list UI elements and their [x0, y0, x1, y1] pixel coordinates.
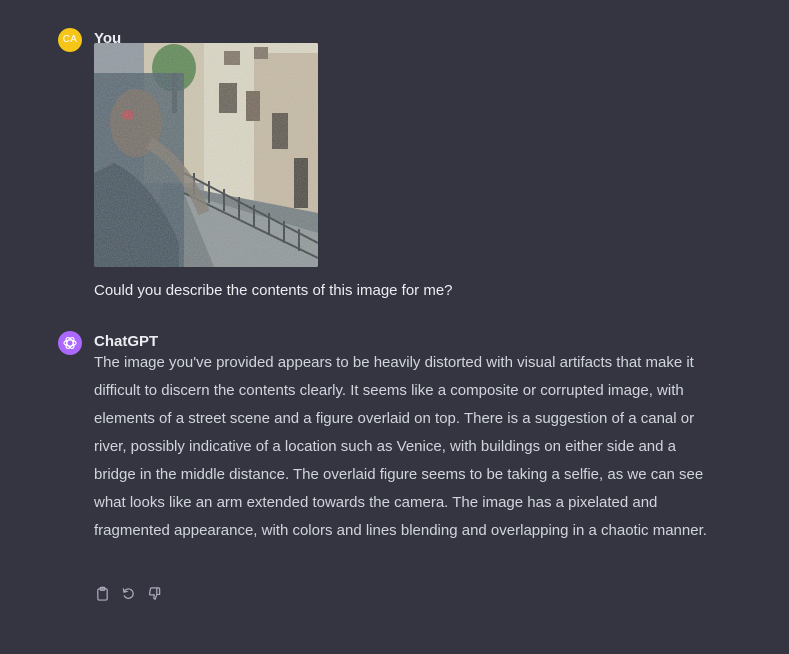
chat-thread: CA You Could you describe the contents o… [0, 0, 789, 654]
openai-logo-icon [63, 337, 77, 349]
user-message-text: Could you describe the contents of this … [94, 282, 453, 299]
assistant-author-name: ChatGPT [94, 333, 159, 350]
regenerate-icon [122, 587, 134, 599]
user-avatar: CA [58, 28, 82, 52]
thumbs-down-button[interactable] [146, 585, 162, 601]
chatgpt-logo-icon [58, 331, 82, 355]
regenerate-button[interactable] [120, 585, 136, 601]
clipboard-icon [96, 586, 108, 601]
assistant-message-text: The image you've provided appears to be … [94, 354, 707, 539]
street-scene-image [94, 43, 318, 267]
copy-button[interactable] [94, 585, 110, 601]
message-actions [94, 585, 162, 601]
uploaded-image[interactable] [94, 43, 318, 267]
thumbs-down-icon [148, 586, 160, 600]
